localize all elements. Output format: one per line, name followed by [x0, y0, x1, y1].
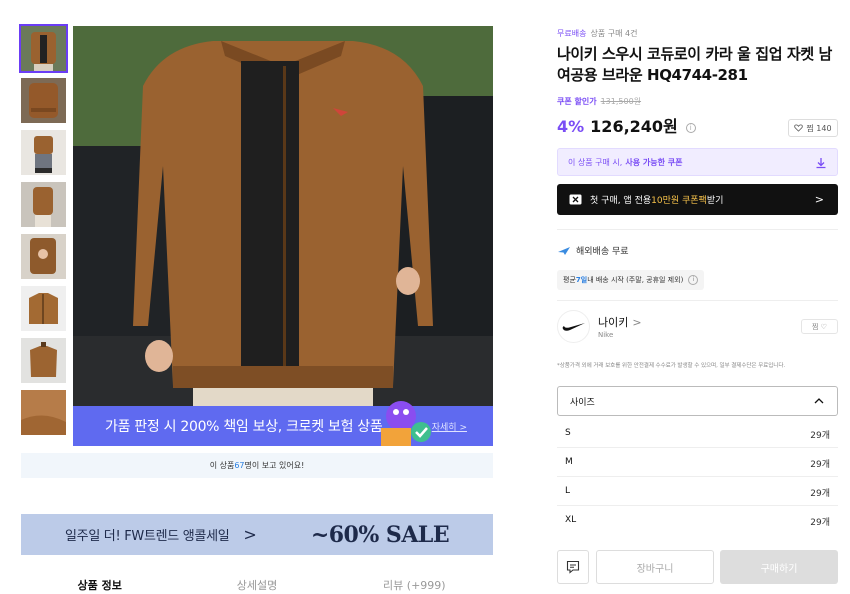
product-page: 가품 판정 시 200% 책임 보상, 크로켓 보험 상품 자세히 > 이 상품… [0, 0, 850, 594]
coupon-price-label: 쿠폰 할인가 [557, 97, 597, 106]
size-stock: 29개 [810, 431, 830, 441]
size-label: M [565, 457, 573, 467]
purchase-count: 상품 구매 4건 [590, 29, 638, 38]
nike-logo-icon [557, 310, 590, 343]
chevron-right-icon: > [632, 316, 642, 329]
viewers-prefix: 이 상품 [209, 461, 235, 470]
size-stock: 29개 [810, 518, 830, 528]
viewers-count-bar: 이 상품 67 명이 보고 있어요! [21, 453, 493, 478]
size-option[interactable]: M 29개 [557, 448, 838, 477]
sale-price: 126,240원 [590, 117, 678, 136]
tab-product-info[interactable]: 상품 정보 [21, 568, 178, 594]
size-option[interactable]: S 29개 [557, 419, 838, 448]
coupon-box-prefix: 이 상품 구매 시, [568, 157, 623, 167]
insurance-banner[interactable]: 가품 판정 시 200% 책임 보상, 크로켓 보험 상품 자세히 > [73, 401, 493, 446]
thumb-back-view[interactable] [21, 78, 66, 123]
shipping-label: 해외배송 무료 [576, 247, 629, 257]
like-count: 찜 140 [806, 123, 832, 133]
avg-delivery-badge: 평균 7일 내 배송 시작 (주말, 공휴일 제외) i [557, 270, 705, 290]
brand-sub: Nike [598, 331, 614, 339]
divider [557, 229, 838, 230]
avg-delivery-days: 7일 [575, 276, 588, 284]
heart-icon [794, 124, 804, 132]
viewers-suffix: 명이 보고 있어요! [244, 461, 305, 470]
thumb-side-view[interactable] [21, 182, 66, 227]
discount-rate: 4% [557, 117, 585, 136]
size-select[interactable]: 사이즈 [557, 386, 838, 416]
avg-delivery-prefix: 평균 [563, 276, 576, 284]
brand-row[interactable]: 나이키 > Nike 찜 ♡ [557, 310, 838, 344]
promo-bar-highlight: 10만원 쿠폰팩 [651, 196, 707, 206]
buy-button[interactable]: 구매하기 [720, 550, 838, 584]
promo-bar-prefix: 첫 구매, 앱 전용 [590, 196, 652, 206]
download-icon[interactable] [815, 157, 827, 169]
thumb-detail-view[interactable] [21, 390, 66, 435]
free-shipping-badge: 무료배송 [557, 29, 587, 38]
shipping-info: 해외배송 무료 [557, 244, 629, 257]
sale-promo-banner[interactable]: 일주일 더! FW트렌드 앵콜세일 > ~60% SALE [21, 514, 493, 555]
tab-reviews[interactable]: 리뷰 (+999) [336, 568, 493, 594]
size-label: XL [565, 515, 577, 525]
size-select-label: 사이즈 [570, 397, 595, 408]
airplane-icon [558, 246, 570, 255]
jacket-photo [73, 26, 493, 446]
viewers-count: 67 [234, 461, 245, 470]
size-stock: 29개 [810, 489, 830, 499]
brand-name-text: 나이키 [598, 316, 629, 329]
divider [557, 300, 838, 301]
insurance-banner-text: 가품 판정 시 200% 책임 보상, 크로켓 보험 상품 [105, 419, 383, 435]
original-price: 131,500원 [600, 97, 642, 106]
coupon-box-bold: 사용 가능한 쿠폰 [625, 157, 683, 167]
insurance-detail-link[interactable]: 자세히 > [432, 420, 467, 433]
size-option[interactable]: XL 29개 [557, 506, 838, 535]
promo-sale-text: ~60% SALE [310, 521, 450, 548]
promo-chevron-icon: > [243, 525, 257, 544]
size-label: L [565, 486, 571, 496]
price-info-icon[interactable]: i [685, 123, 696, 133]
ticket-icon [569, 194, 582, 205]
product-meta: 무료배송 상품 구매 4건 [557, 28, 838, 39]
thumb-front-view[interactable] [19, 24, 68, 73]
product-tabs: 상품 정보 상세설명 리뷰 (+999) [21, 568, 493, 594]
mascot-icon [381, 401, 431, 446]
coupon-download-box[interactable]: 이 상품 구매 시, 사용 가능한 쿠폰 [557, 148, 838, 176]
thumb-hands-view[interactable] [21, 234, 66, 279]
first-purchase-coupon-bar[interactable]: 첫 구매, 앱 전용 10만원 쿠폰팩 받기 > [557, 184, 838, 215]
payment-notice: *상품가격 외에 거래 보호를 위한 안전결제 수수료가 발생할 수 있으며, … [557, 363, 786, 369]
product-title: 나이키 스우시 코듀로이 카라 울 집업 자켓 남여공용 브라운 HQ4744-… [557, 45, 832, 84]
thumb-hanger-view[interactable] [21, 338, 66, 383]
size-option[interactable]: L 29개 [557, 477, 838, 506]
delivery-info-icon[interactable]: i [688, 275, 699, 285]
chat-icon [566, 560, 580, 574]
avg-delivery-suffix: 내 배송 시작 (주말, 공휴일 제외) [587, 276, 684, 284]
promo-text: 일주일 더! FW트렌드 앵콜세일 [65, 529, 230, 544]
promo-bar-suffix: 받기 [706, 196, 724, 206]
chat-button[interactable] [557, 550, 589, 584]
cart-button[interactable]: 장바구니 [596, 550, 714, 584]
chevron-up-icon [814, 398, 824, 404]
tab-description[interactable]: 상세설명 [178, 568, 335, 594]
chevron-right-icon: > [814, 193, 824, 206]
brand-name[interactable]: 나이키 > [598, 314, 642, 330]
coupon-price-row: 쿠폰 할인가 131,500원 [557, 96, 838, 107]
thumb-seated-view[interactable] [21, 130, 66, 175]
brand-follow-button[interactable]: 찜 ♡ [801, 319, 838, 334]
like-button[interactable]: 찜 140 [788, 119, 838, 137]
size-label: S [565, 428, 571, 438]
thumb-flat-lay[interactable] [21, 286, 66, 331]
main-product-image: 가품 판정 시 200% 책임 보상, 크로켓 보험 상품 자세히 > [73, 26, 493, 446]
size-stock: 29개 [810, 460, 830, 470]
